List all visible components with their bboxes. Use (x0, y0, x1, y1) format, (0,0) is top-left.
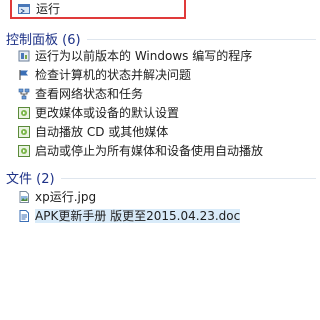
files-header-label: 文件 (2) (6, 172, 55, 187)
control-panel-item-media-defaults[interactable]: 更改媒体或设备的默认设置 (18, 105, 179, 121)
document-file-icon (18, 210, 30, 222)
control-panel-item-label: 更改媒体或设备的默认设置 (35, 106, 180, 120)
control-panel-item-label: 启动或停止为所有媒体和设备使用自动播放 (35, 144, 264, 158)
control-panel-item-label: 查看网络状态和任务 (35, 87, 144, 101)
run-result-item[interactable]: 运行 (10, 0, 186, 19)
network-icon (18, 88, 30, 100)
control-panel-item-compatibility[interactable]: 运行为以前版本的 Windows 编写的程序 (18, 48, 252, 64)
start-menu-search-results: 运行 控制面板 (6) 运行为以前版本的 Windows 编写的程序 检查计算机… (0, 0, 320, 320)
group-divider (60, 178, 316, 179)
file-item-label: xp运行.jpg (35, 190, 97, 204)
control-panel-header-label: 控制面板 (6) (6, 33, 81, 48)
control-panel-item-network-status[interactable]: 查看网络状态和任务 (18, 86, 143, 102)
control-panel-item-check-status[interactable]: 检查计算机的状态并解决问题 (18, 67, 191, 83)
files-group-header: 文件 (2) (6, 168, 316, 187)
run-icon (18, 3, 30, 15)
file-item-apk-manual-doc[interactable]: APK更新手册 版更至2015.04.23.doc (18, 208, 241, 224)
file-item-xp-run-jpg[interactable]: xp运行.jpg (18, 189, 96, 205)
control-panel-item-label: 自动播放 CD 或其他媒体 (35, 125, 169, 139)
control-panel-item-autoplay-toggle[interactable]: 启动或停止为所有媒体和设备使用自动播放 (18, 143, 263, 159)
action-center-flag-icon (18, 69, 30, 81)
control-panel-item-autoplay-cd[interactable]: 自动播放 CD 或其他媒体 (18, 124, 168, 140)
compatibility-icon (18, 50, 30, 62)
image-file-icon (18, 191, 30, 203)
autoplay-icon (18, 126, 30, 138)
control-panel-item-label: 运行为以前版本的 Windows 编写的程序 (35, 49, 253, 63)
file-item-label: APK更新手册 版更至2015.04.23.doc (35, 209, 241, 223)
group-divider (86, 39, 316, 40)
autoplay-icon (18, 107, 30, 119)
run-result-label: 运行 (36, 1, 61, 16)
control-panel-group-header: 控制面板 (6) (6, 29, 316, 48)
control-panel-item-label: 检查计算机的状态并解决问题 (35, 68, 192, 82)
autoplay-icon (18, 145, 30, 157)
